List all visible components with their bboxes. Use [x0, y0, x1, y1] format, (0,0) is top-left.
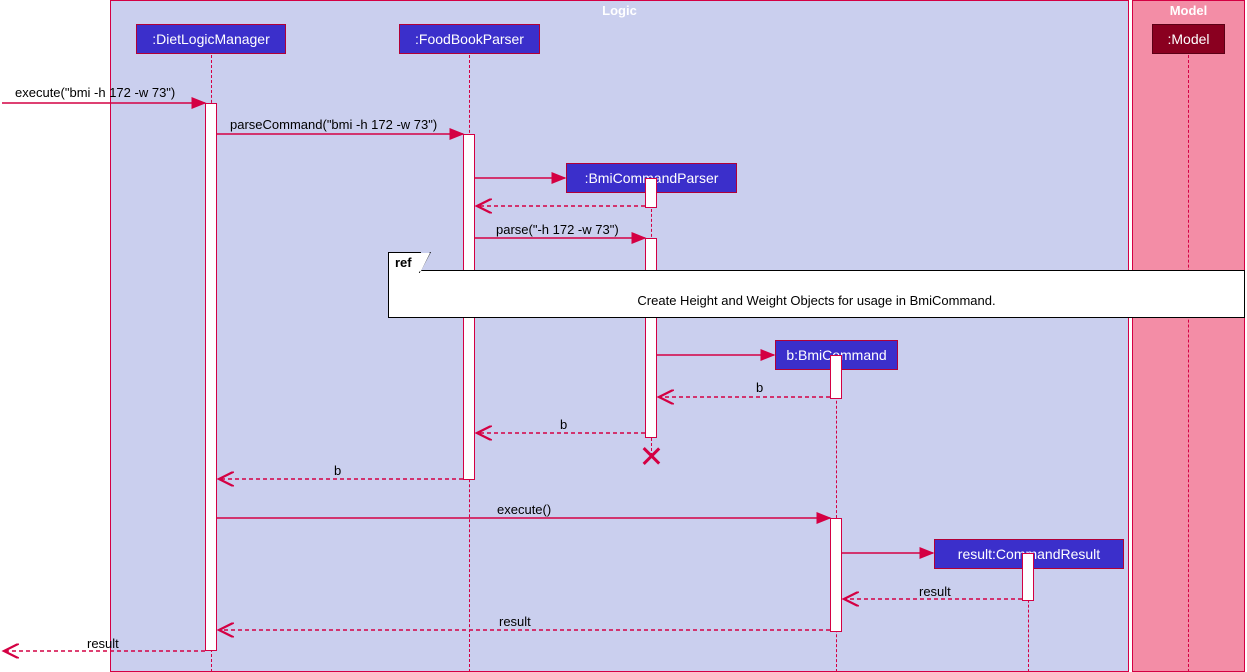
activation-dietlogicmanager: [205, 103, 217, 651]
msg-return-b1: b: [756, 380, 763, 395]
sequence-diagram: Logic Model :DietLogicManager :FoodBookP…: [0, 0, 1247, 672]
activation-commandresult: [1022, 553, 1034, 601]
frame-logic-title: Logic: [111, 3, 1128, 18]
participant-dietlogicmanager: :DietLogicManager: [136, 24, 286, 54]
msg-return-result2: result: [499, 614, 531, 629]
msg-parse: parse("-h 172 -w 73"): [496, 222, 619, 237]
frame-model-title: Model: [1133, 3, 1244, 18]
ref-label: ref: [388, 252, 421, 272]
participant-foodbookparser: :FoodBookParser: [399, 24, 540, 54]
activation-bmicommandparser-2: [645, 238, 657, 438]
ref-fragment: Create Height and Weight Objects for usa…: [388, 270, 1245, 318]
activation-bmicommand-2: [830, 518, 842, 632]
msg-return-result3: result: [87, 636, 119, 651]
activation-bmicommand-1: [830, 355, 842, 399]
msg-return-b3: b: [334, 463, 341, 478]
destroy-bmicommandparser: [642, 447, 660, 465]
activation-bmicommandparser-1: [645, 178, 657, 208]
msg-execute-bmi: execute("bmi -h 172 -w 73"): [15, 85, 175, 100]
frame-logic: Logic: [110, 0, 1129, 672]
lifeline-model: [1188, 55, 1189, 672]
msg-execute: execute(): [497, 502, 551, 517]
msg-parsecommand: parseCommand("bmi -h 172 -w 73"): [230, 117, 437, 132]
participant-model: :Model: [1152, 24, 1225, 54]
msg-return-b2: b: [560, 417, 567, 432]
msg-return-result1: result: [919, 584, 951, 599]
ref-text: Create Height and Weight Objects for usa…: [389, 293, 1244, 308]
